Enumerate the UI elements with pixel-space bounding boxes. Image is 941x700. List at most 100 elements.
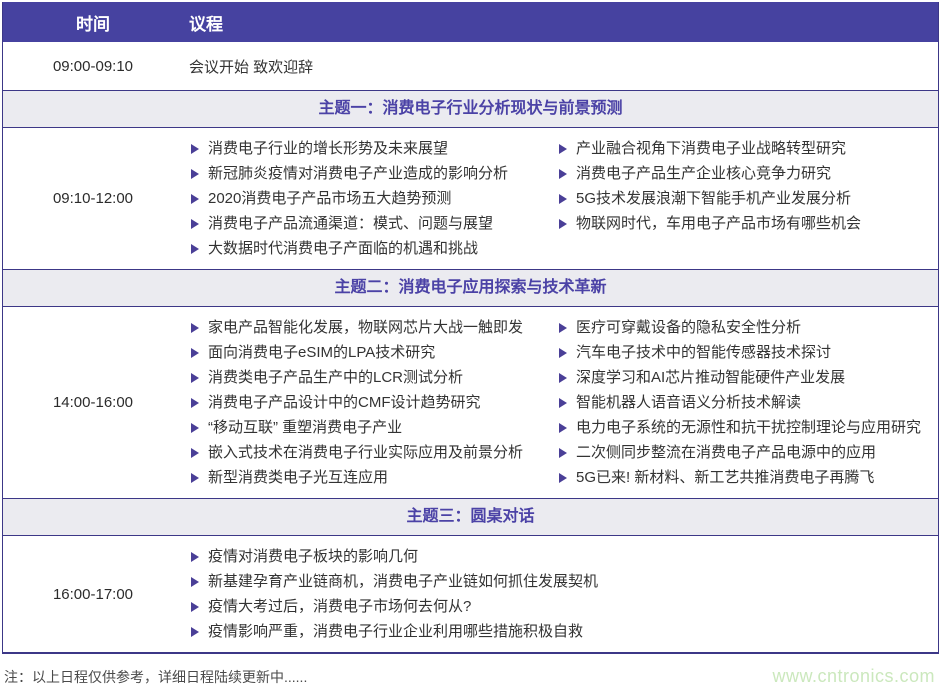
bullet-triangle-icon	[191, 473, 199, 483]
agenda-item-label: 面向消费电子eSIM的LPA技术研究	[208, 340, 435, 365]
agenda-item: 汽车电子技术中的智能传感器技术探讨	[557, 340, 938, 365]
session-banner-2: 主题二：消费电子应用探索与技术革新	[3, 269, 938, 307]
agenda-item: 嵌入式技术在消费电子行业实际应用及前景分析	[189, 440, 557, 465]
agenda-item: 疫情对消费电子板块的影响几何	[189, 544, 938, 569]
time-cell: 09:10-12:00	[3, 190, 183, 207]
agenda-item-label: 2020消费电子产品市场五大趋势预测	[208, 186, 451, 211]
agenda-item: 家电产品智能化发展，物联网芯片大战一触即发	[189, 315, 557, 340]
agenda-item-label: 智能机器人语音语义分析技术解读	[576, 390, 801, 415]
agenda-item-label: 疫情对消费电子板块的影响几何	[208, 544, 418, 569]
agenda-item-label: 消费电子行业的增长形势及未来展望	[208, 136, 448, 161]
agenda-item-label: 汽车电子技术中的智能传感器技术探讨	[576, 340, 831, 365]
agenda-item: 产业融合视角下消费电子业战略转型研究	[557, 136, 938, 161]
agenda-list-right: 医疗可穿戴设备的隐私安全性分析 汽车电子技术中的智能传感器技术探讨 深度学习和A…	[557, 315, 938, 490]
agenda-item-label: 疫情影响严重，消费电子行业企业利用哪些措施积极自救	[208, 619, 583, 644]
table-row: 14:00-16:00 家电产品智能化发展，物联网芯片大战一触即发 面向消费电子…	[3, 307, 938, 498]
agenda-item: 疫情影响严重，消费电子行业企业利用哪些措施积极自救	[189, 619, 938, 644]
agenda-item-label: 疫情大考过后，消费电子市场何去何从?	[208, 594, 471, 619]
bullet-triangle-icon	[191, 373, 199, 383]
bullet-triangle-icon	[559, 373, 567, 383]
agenda-item-label: 新冠肺炎疫情对消费电子产业造成的影响分析	[208, 161, 508, 186]
agenda-item-label: “移动互联” 重塑消费电子产业	[208, 415, 402, 440]
agenda-item-label: 物联网时代，车用电子产品市场有哪些机会	[576, 211, 861, 236]
agenda-item-label: 消费电子产品生产企业核心竞争力研究	[576, 161, 831, 186]
bullet-triangle-icon	[559, 473, 567, 483]
site-watermark: www.cntronics.com	[772, 666, 935, 687]
agenda-item-label: 5G技术发展浪潮下智能手机产业发展分析	[576, 186, 851, 211]
time-cell: 09:00-09:10	[3, 58, 183, 75]
bullet-triangle-icon	[559, 323, 567, 333]
opening-remarks: 会议开始 致欢迎辞	[183, 56, 313, 77]
table-row: 09:10-12:00 消费电子行业的增长形势及未来展望 新冠肺炎疫情对消费电子…	[3, 128, 938, 269]
bullet-triangle-icon	[559, 348, 567, 358]
bullet-triangle-icon	[191, 169, 199, 179]
agenda-column-header: 议程	[183, 10, 223, 35]
agenda-item: 5G技术发展浪潮下智能手机产业发展分析	[557, 186, 938, 211]
agenda-list-left: 消费电子行业的增长形势及未来展望 新冠肺炎疫情对消费电子产业造成的影响分析 20…	[189, 136, 557, 261]
agenda-item-label: 5G已来! 新材料、新工艺共推消费电子再腾飞	[576, 465, 874, 490]
agenda-item-label: 产业融合视角下消费电子业战略转型研究	[576, 136, 846, 161]
bullet-triangle-icon	[191, 323, 199, 333]
agenda-item-label: 家电产品智能化发展，物联网芯片大战一触即发	[208, 315, 523, 340]
agenda-item: 大数据时代消费电子产面临的机遇和挑战	[189, 236, 557, 261]
agenda-list-left: 家电产品智能化发展，物联网芯片大战一触即发 面向消费电子eSIM的LPA技术研究…	[189, 315, 557, 490]
disclaimer-note: 注：以上日程仅供参考，详细日程陆续更新中......	[4, 667, 307, 687]
agenda-item-label: 大数据时代消费电子产面临的机遇和挑战	[208, 236, 478, 261]
bullet-triangle-icon	[559, 144, 567, 154]
bullet-triangle-icon	[191, 244, 199, 254]
agenda-item: 新基建孕育产业链商机，消费电子产业链如何抓住发展契机	[189, 569, 938, 594]
table-row: 09:00-09:10 会议开始 致欢迎辞	[3, 42, 938, 90]
agenda-item-label: 医疗可穿戴设备的隐私安全性分析	[576, 315, 801, 340]
time-column-header: 时间	[3, 10, 183, 35]
bullet-triangle-icon	[191, 552, 199, 562]
agenda-item: 医疗可穿戴设备的隐私安全性分析	[557, 315, 938, 340]
agenda-table: 时间 议程 09:00-09:10 会议开始 致欢迎辞 主题一：消费电子行业分析…	[2, 2, 939, 654]
agenda-item: 智能机器人语音语义分析技术解读	[557, 390, 938, 415]
agenda-item-label: 新基建孕育产业链商机，消费电子产业链如何抓住发展契机	[208, 569, 598, 594]
agenda-item: 物联网时代，车用电子产品市场有哪些机会	[557, 211, 938, 236]
session-banner-1: 主题一：消费电子行业分析现状与前景预测	[3, 90, 938, 128]
agenda-item: 新型消费类电子光互连应用	[189, 465, 557, 490]
bullet-triangle-icon	[559, 169, 567, 179]
agenda-item-label: 消费电子产品流通渠道：模式、问题与展望	[208, 211, 493, 236]
agenda-list: 疫情对消费电子板块的影响几何 新基建孕育产业链商机，消费电子产业链如何抓住发展契…	[189, 544, 938, 644]
agenda-list-right: 产业融合视角下消费电子业战略转型研究 消费电子产品生产企业核心竞争力研究 5G技…	[557, 136, 938, 261]
agenda-item: 5G已来! 新材料、新工艺共推消费电子再腾飞	[557, 465, 938, 490]
bullet-triangle-icon	[191, 398, 199, 408]
agenda-item: 面向消费电子eSIM的LPA技术研究	[189, 340, 557, 365]
bullet-triangle-icon	[559, 194, 567, 204]
agenda-item: 消费电子产品生产企业核心竞争力研究	[557, 161, 938, 186]
agenda-item: 二次侧同步整流在消费电子产品电源中的应用	[557, 440, 938, 465]
agenda-item: 消费电子产品设计中的CMF设计趋势研究	[189, 390, 557, 415]
time-cell: 16:00-17:00	[3, 586, 183, 603]
agenda-item: 消费电子产品流通渠道：模式、问题与展望	[189, 211, 557, 236]
footer: 注：以上日程仅供参考，详细日程陆续更新中...... www.cntronics…	[2, 654, 939, 687]
table-header-row: 时间 议程	[3, 2, 938, 42]
bullet-triangle-icon	[191, 219, 199, 229]
agenda-item: 消费类电子产品生产中的LCR测试分析	[189, 365, 557, 390]
agenda-item-label: 电力电子系统的无源性和抗干扰控制理论与应用研究	[576, 415, 921, 440]
bullet-triangle-icon	[191, 348, 199, 358]
table-row: 16:00-17:00 疫情对消费电子板块的影响几何 新基建孕育产业链商机，消费…	[3, 536, 938, 652]
agenda-item-label: 消费类电子产品生产中的LCR测试分析	[208, 365, 463, 390]
agenda-item: 新冠肺炎疫情对消费电子产业造成的影响分析	[189, 161, 557, 186]
session-banner-3: 主题三：圆桌对话	[3, 498, 938, 536]
bullet-triangle-icon	[559, 219, 567, 229]
bullet-triangle-icon	[559, 398, 567, 408]
bullet-triangle-icon	[191, 144, 199, 154]
bullet-triangle-icon	[191, 194, 199, 204]
agenda-item-label: 嵌入式技术在消费电子行业实际应用及前景分析	[208, 440, 523, 465]
bullet-triangle-icon	[191, 602, 199, 612]
bullet-triangle-icon	[191, 423, 199, 433]
agenda-item: 深度学习和AI芯片推动智能硬件产业发展	[557, 365, 938, 390]
time-cell: 14:00-16:00	[3, 394, 183, 411]
agenda-item-label: 新型消费类电子光互连应用	[208, 465, 388, 490]
bullet-triangle-icon	[559, 423, 567, 433]
bullet-triangle-icon	[191, 627, 199, 637]
bullet-triangle-icon	[191, 577, 199, 587]
agenda-item: 电力电子系统的无源性和抗干扰控制理论与应用研究	[557, 415, 938, 440]
agenda-item: 2020消费电子产品市场五大趋势预测	[189, 186, 557, 211]
agenda-item: 消费电子行业的增长形势及未来展望	[189, 136, 557, 161]
agenda-item-label: 消费电子产品设计中的CMF设计趋势研究	[208, 390, 481, 415]
agenda-item: “移动互联” 重塑消费电子产业	[189, 415, 557, 440]
